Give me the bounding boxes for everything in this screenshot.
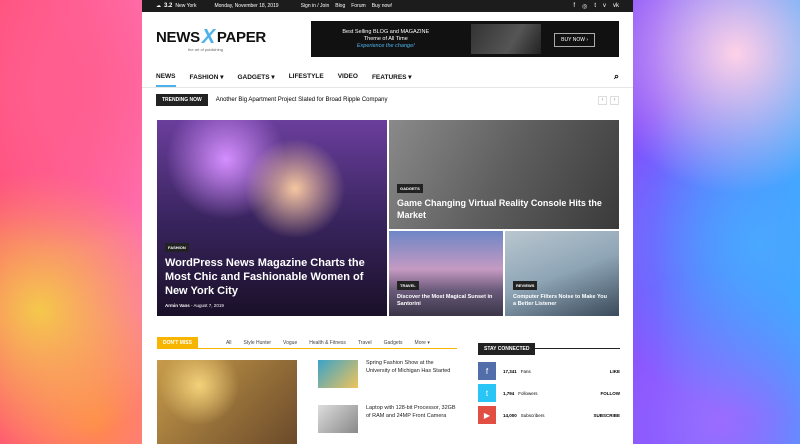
hero-big-post[interactable]: FASHION WordPress News Magazine Charts t… [157,120,387,316]
stay-connected-header: STAY CONNECTED [478,337,620,355]
hero-bottom-left-post[interactable]: TRAVEL Discover the Most Magical Sunset … [389,231,503,316]
main-nav: NEWS FASHION ▾ GADGETS ▾ LIFESTYLE VIDEO… [142,66,633,88]
fans-unit: Fans [520,368,531,374]
subscribers-unit: Subscribers [520,412,545,418]
buy-now-link[interactable]: Buy now! [372,3,393,9]
nav-fashion[interactable]: FASHION ▾ [190,73,224,81]
site-page: ☁ 3.2 New York Monday, November 18, 2019… [142,0,633,444]
banner-line-1: Best Selling BLOG and MAGAZINE [342,28,430,35]
post-title[interactable]: Discover the Most Magical Sunset in Sant… [397,294,495,308]
current-date: Monday, November 18, 2019 [214,3,279,9]
filter-health-fitness[interactable]: Health & Fitness [309,340,346,346]
post-thumbnail[interactable] [318,360,358,388]
post-title[interactable]: Game Changing Virtual Reality Console Hi… [397,197,611,221]
social-counter-youtube[interactable]: ▶ 14,000 Subscribers SUBSCRIBE [478,406,620,424]
category-badge[interactable]: GADGETS [397,184,423,193]
header-ad-banner[interactable]: Best Selling BLOG and MAGAZINE Theme of … [310,21,619,57]
blog-link[interactable]: Blog [335,3,345,9]
social-counter-twitter[interactable]: t 1,794 Followers FOLLOW [478,384,620,402]
banner-screenshot [470,24,541,54]
city: New York [175,3,197,9]
dont-miss-tag: DON'T MISS [157,336,198,349]
signin-link[interactable]: Sign in / Join [301,3,330,9]
instagram-icon[interactable]: ◎ [582,3,587,10]
filter-more[interactable]: More ▾ [415,340,430,346]
site-logo[interactable]: NEWS X PAPER the art of publishing [156,26,283,52]
hero-top-right-post[interactable]: GADGETS Game Changing Virtual Reality Co… [389,120,619,229]
cloud-icon: ☁ [156,3,161,9]
post-title[interactable]: Spring Fashion Show at the University of… [366,360,458,388]
twitter-icon[interactable]: t [594,3,596,10]
filter-vogue[interactable]: Vogue [283,340,297,346]
followers-count: 1,794 [503,390,515,396]
logo-text-left: NEWS [156,29,200,46]
vimeo-icon[interactable]: v [603,3,606,10]
category-badge[interactable]: TRAVEL [397,281,419,290]
filter-gadgets[interactable]: Gadgets [384,340,403,346]
logo-text-right: PAPER [216,29,266,46]
temperature: 3.2 [164,3,173,9]
youtube-icon: ▶ [478,406,496,424]
logo-mark: X [201,26,215,48]
top-social: f ◎ t v vk [573,3,619,10]
post-title[interactable]: Computer Filters Noise to Make You a Bet… [513,294,611,308]
filter-travel[interactable]: Travel [358,340,372,346]
list-item[interactable]: Spring Fashion Show at the University of… [318,360,458,388]
trending-headline[interactable]: Another Big Apartment Project Slated for… [216,97,388,103]
chevron-right-icon[interactable]: › [610,95,619,105]
subscribers-count: 14,000 [503,412,517,418]
banner-buy-button[interactable]: BUY NOW › [554,33,595,47]
hero-bottom-right-post[interactable]: REVIEWS Computer Filters Noise to Make Y… [505,231,619,316]
nav-news[interactable]: NEWS [156,73,176,87]
facebook-icon[interactable]: f [573,3,575,10]
vk-icon[interactable]: vk [613,3,619,10]
social-counter-facebook[interactable]: f 17,341 Fans LIKE [478,362,620,380]
banner-line-3: Experience the change! [356,42,415,49]
site-header: NEWS X PAPER the art of publishing Best … [142,12,633,66]
fans-count: 17,341 [503,368,517,374]
filter-all[interactable]: All [226,340,232,346]
like-button[interactable]: LIKE [610,369,620,374]
hero-grid: FASHION WordPress News Magazine Charts t… [157,120,619,316]
category-badge[interactable]: REVIEWS [513,281,538,290]
nav-video[interactable]: VIDEO [338,73,358,80]
logo-tagline: the art of publishing [188,47,223,52]
top-links: Sign in / Join Blog Forum Buy now! [301,3,393,9]
subscribe-button[interactable]: SUBSCRIBE [593,413,620,418]
nav-gadgets[interactable]: GADGETS ▾ [237,73,274,81]
followers-unit: Followers [518,390,538,396]
top-bar: ☁ 3.2 New York Monday, November 18, 2019… [142,0,633,12]
dont-miss-header: DON'T MISS All Style Hunter Vogue Health… [157,336,457,349]
featured-post-image[interactable] [157,360,297,444]
weather-widget: ☁ 3.2 New York [156,3,196,9]
twitter-icon: t [478,384,496,402]
post-title[interactable]: Laptop with 128-bit Processor, 32GB of R… [366,405,458,433]
trending-tag: TRENDING NOW [156,94,208,106]
follow-button[interactable]: FOLLOW [601,391,621,396]
trending-bar: TRENDING NOW Another Big Apartment Proje… [142,88,633,112]
post-date: August 7, 2019 [193,303,224,308]
search-icon[interactable]: ⌕ [614,71,619,82]
stay-connected-tag: STAY CONNECTED [478,343,536,355]
trending-arrows: ‹ › [598,95,619,105]
filter-style-hunter[interactable]: Style Hunter [244,340,272,346]
forum-link[interactable]: Forum [351,3,365,9]
post-title[interactable]: WordPress News Magazine Charts the Most … [165,256,379,298]
chevron-left-icon[interactable]: ‹ [598,95,607,105]
nav-lifestyle[interactable]: LIFESTYLE [289,73,324,80]
list-item[interactable]: Laptop with 128-bit Processor, 32GB of R… [318,405,458,433]
facebook-icon: f [478,362,496,380]
category-badge[interactable]: FASHION [165,243,189,252]
banner-line-2: Theme of All Time [363,35,408,42]
post-author[interactable]: Armin Vans [165,303,190,308]
nav-features[interactable]: FEATURES ▾ [372,73,412,81]
post-meta: Armin Vans - August 7, 2019 [165,303,224,308]
post-thumbnail[interactable] [318,405,358,433]
